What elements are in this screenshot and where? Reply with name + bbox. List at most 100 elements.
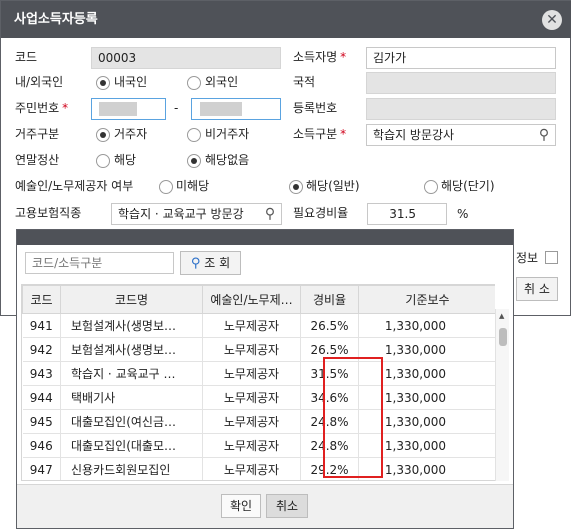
grid-cell-name: 대출모집인(대출모… [60,433,203,458]
code-field: 00003 [91,47,281,69]
employment-value: 학습지 · 교육교구 방문강 [118,207,244,221]
table-row[interactable]: 945 대출모집인(여신금… 노무제공자 24.8% 1,330,000 [22,409,495,434]
grid-header-row: 코드 코드명 예술인/노무제… 경비율 기준보수 [22,285,495,314]
grid-cell-code: 942 [22,337,61,362]
income-type-value: 학습지 방문강사 [373,128,455,142]
grid-cell-type: 노무제공자 [202,337,301,362]
col-header-name[interactable]: 코드명 [60,285,203,314]
artist-none-radio[interactable] [159,180,173,194]
grid-cell-name: 학습지 · 교육교구 … [60,361,203,386]
year-end-label: 연말정산 [15,153,60,167]
popup-ok-button[interactable]: 확인 [221,494,261,518]
grid-cell-type: 노무제공자 [202,361,301,386]
artist-label: 예술인/노무제공자 여부 [15,179,134,193]
artist-short-radio[interactable] [424,180,438,194]
resident-radio[interactable] [96,128,110,142]
info-checkbox[interactable] [545,251,558,264]
search-icon[interactable]: ⚲ [259,204,281,224]
employment-label: 고용보험직종 [15,206,82,220]
grid-cell-name: 보험설계사(생명보… [60,337,203,362]
grid-cell-code: 944 [22,385,61,410]
code-label: 코드 [15,50,38,64]
col-header-code[interactable]: 코드 [22,285,61,314]
popup-grid-container: 코드 코드명 예술인/노무제… 경비율 기준보수 941 보험설계사(생명보… 노무… [21,284,495,481]
grid-body: 941 보험설계사(생명보… 노무제공자 26.5% 1,330,000 942 보험설계사… [22,313,495,480]
year-end-yes-label: 해당 [114,153,137,167]
popup-search-button[interactable]: ⚲ 조 회 [180,251,241,275]
col-header-rate[interactable]: 경비율 [300,285,359,314]
grid-cell-name: 택배기사 [60,385,203,410]
grid-cell-name: 보험설계사(생명보… [60,313,203,338]
table-row[interactable]: 947 신용카드회원모집인 노무제공자 29.2% 1,330,000 [22,457,495,480]
table-row[interactable]: 946 대출모집인(대출모… 노무제공자 24.8% 1,330,000 [22,433,495,458]
year-end-yes-radio[interactable] [96,154,110,168]
grid-cell-name: 신용카드회원모집인 [60,457,203,480]
artist-general-radio[interactable] [289,180,303,194]
grid-cell-type: 노무제공자 [202,385,301,410]
nationality-field [366,72,556,94]
search-icon: ⚲ [190,256,201,271]
resident-label: 거주자 [114,127,148,141]
grid-cell-rate: 26.5% [300,313,359,338]
search-icon[interactable]: ⚲ [533,125,555,145]
year-end-no-label: 해당없음 [205,153,250,167]
grid-cell-code: 947 [22,457,61,480]
popup-footer: 확인 취소 [17,484,513,528]
expense-rate-unit: % [457,207,469,221]
scrollbar-thumb[interactable] [499,328,507,346]
artist-general-label: 해당(일반) [306,179,360,193]
artist-short-label: 해당(단기) [441,179,495,193]
income-name-label: 소득자명 * [293,50,347,64]
income-code-popup: ⚲ 조 회 코드 코드명 예술인/노무제… 경비율 기준보수 941보험설계사(… [16,229,514,529]
masked-value [200,102,242,116]
dialog-cancel-button[interactable]: 취 소 [516,277,558,301]
grid-cell-code: 946 [22,433,61,458]
popup-grid: 코드 코드명 예술인/노무제… 경비율 기준보수 941 보험설계사(생명보… 노무… [22,285,495,480]
popup-cancel-button[interactable]: 취소 [266,494,308,518]
employment-field[interactable]: 학습지 · 교육교구 방문강 ⚲ [111,203,282,225]
nationality-type-label: 내/외국인 [15,75,64,89]
nonresident-radio[interactable] [187,128,201,142]
income-type-label: 소득구분 * [293,127,347,141]
grid-cell-code: 941 [22,313,61,338]
grid-cell-code: 943 [22,361,61,386]
grid-cell-name: 대출모집인(여신금… [60,409,203,434]
popup-title-bar [17,230,513,245]
grid-cell-code: 945 [22,409,61,434]
artist-none-label: 미해당 [176,179,210,193]
scroll-up-icon[interactable]: ▲ [499,312,504,320]
resident-no-label: 주민번호 * [15,101,69,115]
foreign-label: 외국인 [205,75,239,89]
domestic-label: 내국인 [114,75,148,89]
resident-no-back-field[interactable] [191,98,281,120]
close-icon[interactable]: ✕ [542,10,562,30]
grid-cell-type: 노무제공자 [202,313,301,338]
registration-no-label: 등록번호 [293,101,338,115]
domestic-radio[interactable] [96,76,110,90]
resident-no-dash: - [174,101,179,115]
resident-no-front-field[interactable] [91,98,166,120]
col-header-type[interactable]: 예술인/노무제… [202,285,301,314]
nationality-label: 국적 [293,75,316,89]
table-row[interactable]: 944 택배기사 노무제공자 34.6% 1,330,000 [22,385,495,410]
dialog-title-bar: 사업소득자등록 ✕ [1,1,571,38]
foreign-radio[interactable] [187,76,201,90]
grid-cell-type: 노무제공자 [202,409,301,434]
popup-search-input[interactable] [25,252,174,274]
registration-no-field [366,98,556,120]
popup-search-label: 조 회 [204,256,231,270]
rate-highlight-box [323,357,383,478]
income-type-field[interactable]: 학습지 방문강사 ⚲ [366,124,556,146]
table-row[interactable]: 942 보험설계사(생명보… 노무제공자 26.5% 1,330,000 [22,337,495,362]
income-name-field[interactable]: 김가가 [366,47,556,69]
year-end-no-radio[interactable] [187,154,201,168]
table-row[interactable]: 941 보험설계사(생명보… 노무제공자 26.5% 1,330,000 [22,313,495,338]
col-header-base[interactable]: 기준보수 [358,285,495,314]
grid-scrollbar[interactable]: ▲ [495,309,509,481]
table-row[interactable]: 943 학습지 · 교육교구 … 노무제공자 31.5% 1,330,000 [22,361,495,386]
grid-cell-type: 노무제공자 [202,433,301,458]
expense-rate-label: 필요경비율 [293,206,349,220]
expense-rate-field[interactable]: 31.5 [367,203,447,225]
grid-cell-base: 1,330,000 [358,313,495,338]
residency-label: 거주구분 [15,127,60,141]
